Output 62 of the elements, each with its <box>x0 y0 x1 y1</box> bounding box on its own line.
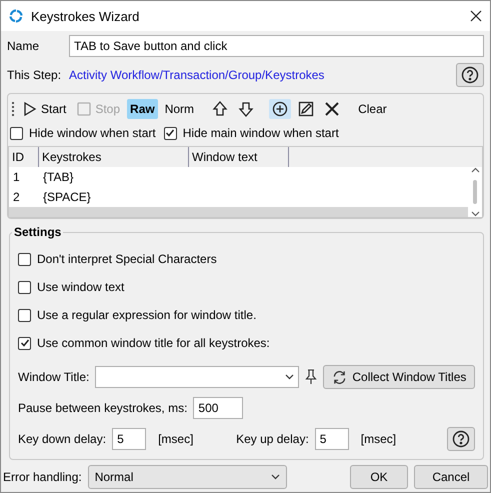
checkbox[interactable] <box>18 280 31 294</box>
table-cell-text: 2 <box>12 190 21 204</box>
checkbox-label: Don't interpret Special Characters <box>37 252 217 266</box>
key-up-field[interactable]: 5 <box>314 428 349 450</box>
plus-circle-icon <box>272 101 288 117</box>
chevron-down-icon <box>270 474 280 480</box>
checkbox[interactable] <box>18 308 31 322</box>
scrollbar[interactable] <box>468 167 482 217</box>
dialog-button[interactable]: Cancel <box>414 465 488 489</box>
name-field[interactable]: TAB to Save button and click <box>69 35 484 57</box>
toolbar-icon-button[interactable] <box>269 99 292 119</box>
help-button[interactable] <box>456 63 484 87</box>
scroll-down-icon[interactable] <box>470 211 480 217</box>
field-label: Pause between keystrokes, ms: <box>18 401 188 415</box>
table-cell-text: {TAB} <box>42 170 74 184</box>
field-label: This Step: <box>7 68 62 82</box>
checkbox-label: Hide main window when start <box>182 126 339 140</box>
grip-icon <box>12 101 15 117</box>
checkbox-label: Use window text <box>37 280 124 294</box>
field-label: Name <box>7 39 40 53</box>
toolbar-button[interactable]: Norm <box>162 99 198 119</box>
help-icon <box>461 66 479 84</box>
close-icon[interactable] <box>470 10 482 22</box>
chevron-down-icon <box>285 374 294 380</box>
unit-label: [msec] <box>158 432 194 446</box>
pin-icon[interactable] <box>305 369 318 385</box>
toolbar-button[interactable]: Start <box>19 99 70 119</box>
window-title: Keystrokes Wizard <box>31 8 140 24</box>
table-cell-text: {SPACE} <box>42 190 92 204</box>
field-label: Key down delay: <box>18 432 106 446</box>
edit-icon <box>298 101 314 117</box>
field-label: Error handling: <box>3 470 82 484</box>
group-title: Settings <box>13 225 62 239</box>
checkbox-label: Hide window when start <box>29 126 156 140</box>
step-path-link[interactable]: Activity Workflow/Transaction/Group/Keystrokes <box>69 68 450 82</box>
delete-icon <box>324 101 340 117</box>
checkbox-label: Use common window title for all keystrokes: <box>37 336 270 350</box>
unit-label: [msec] <box>360 432 398 446</box>
toolbar-button[interactable]: Raw <box>127 99 158 119</box>
key-down-field[interactable]: 5 <box>112 428 146 450</box>
collect-window-titles-button[interactable]: Collect Window Titles <box>323 365 476 389</box>
checkbox-label: Use a regular expression for window title. <box>37 308 256 322</box>
table-cell-text: 1 <box>12 170 21 184</box>
pause-field[interactable]: 500 <box>193 397 244 419</box>
checkbox[interactable] <box>10 126 23 140</box>
field-label: Key up delay: <box>236 432 309 446</box>
dialog-button[interactable]: OK <box>350 465 408 489</box>
app-logo-icon <box>9 9 23 23</box>
toolbar-button[interactable]: Clear <box>355 99 390 119</box>
error-handling-dropdown[interactable]: Normal <box>88 465 287 489</box>
help-icon <box>452 430 470 448</box>
field-label: Window Title: <box>18 370 90 384</box>
checkbox[interactable] <box>18 252 31 266</box>
scroll-up-icon[interactable] <box>470 167 480 173</box>
play-icon <box>22 101 38 117</box>
refresh-icon <box>332 370 348 384</box>
arrow-up-icon <box>212 101 228 117</box>
checkbox[interactable] <box>18 336 31 350</box>
arrow-down-icon <box>238 101 254 117</box>
checkbox[interactable] <box>164 126 177 140</box>
help-button[interactable] <box>447 427 476 451</box>
stop-icon <box>76 101 92 117</box>
